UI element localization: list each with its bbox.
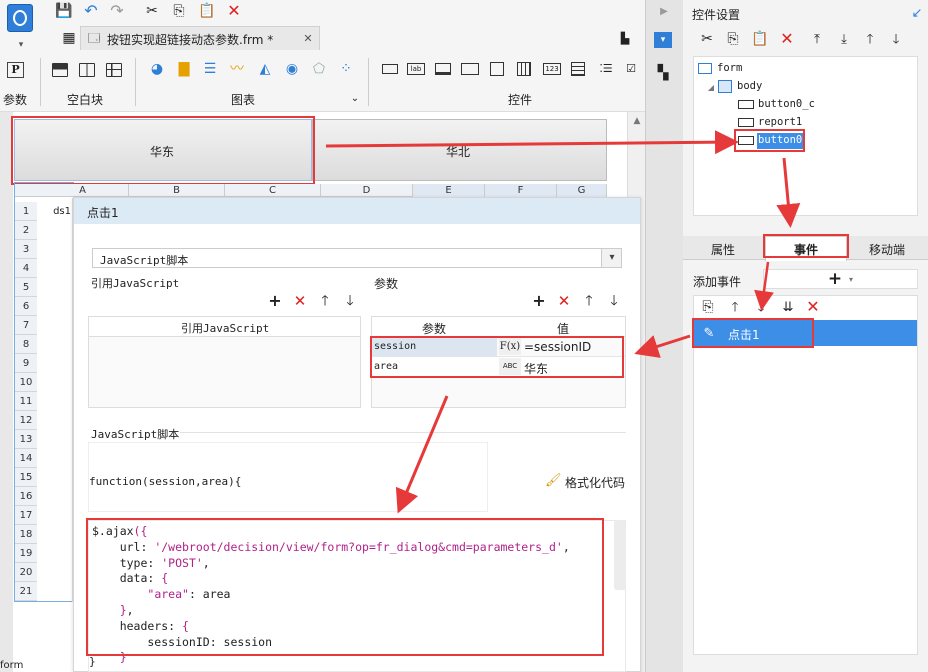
arrow-button-to-tree [325,130,739,155]
arrow-tree-to-events [776,157,801,228]
annotation-arrows [325,130,801,514]
arrow-events-to-list [754,261,774,311]
arrow-event-to-params [634,334,691,358]
arrow-params-to-code [395,395,449,514]
